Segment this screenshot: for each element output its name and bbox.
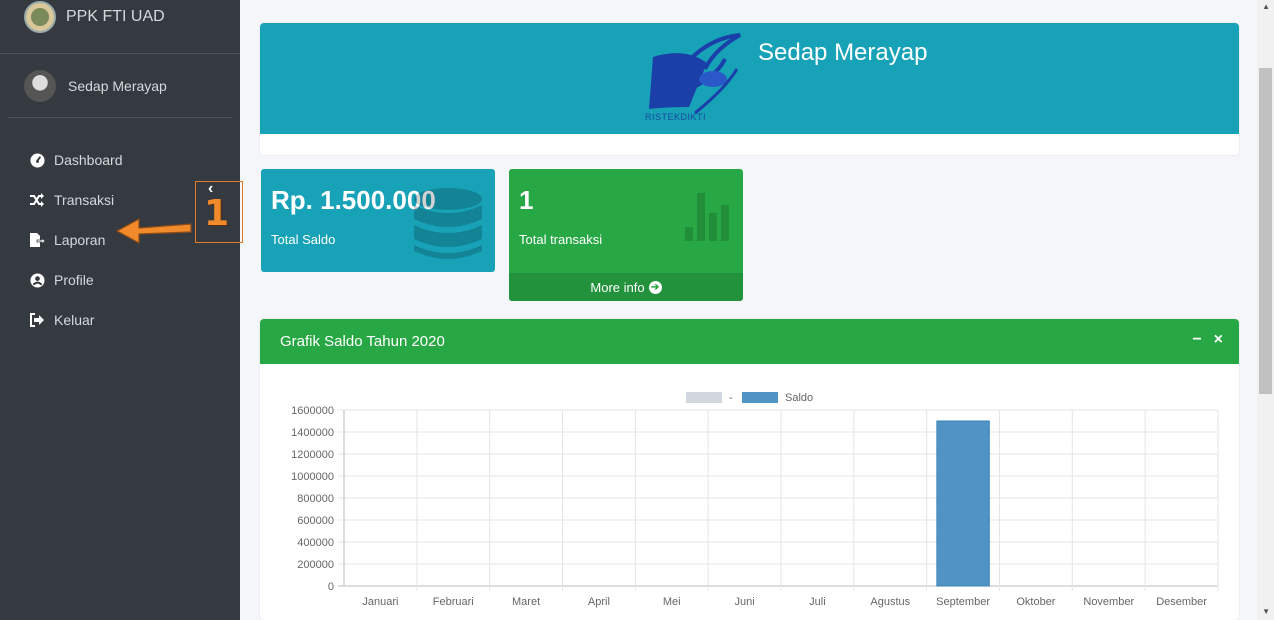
x-tick-label: Januari [362, 596, 398, 608]
dashboard-icon [28, 152, 46, 168]
legend-label: Saldo [785, 392, 813, 404]
database-icon [414, 188, 482, 259]
chart-card-title: Grafik Saldo Tahun 2020 [280, 333, 445, 350]
y-tick-label: 800000 [297, 493, 334, 505]
scroll-up-icon[interactable]: ▲ [1262, 2, 1270, 11]
y-tick-label: 1600000 [291, 405, 334, 417]
x-tick-label: Juni [734, 596, 754, 608]
brand-link[interactable]: PPK FTI UAD [0, 0, 240, 54]
x-tick-label: Desember [1156, 596, 1207, 608]
scroll-thumb[interactable] [1259, 68, 1272, 394]
sidebar: PPK FTI UAD Sedap Merayap Dashboard Tran… [0, 0, 240, 620]
x-tick-label: November [1083, 596, 1134, 608]
brand-logo-icon [24, 0, 56, 33]
sidebar-item-label: Keluar [54, 312, 95, 328]
file-export-icon [28, 232, 46, 248]
y-tick-label: 0 [328, 581, 334, 593]
sign-out-icon [28, 313, 46, 327]
page-title: Sedap Merayap [758, 39, 928, 66]
scroll-down-icon[interactable]: ▼ [1262, 607, 1270, 616]
chart-card-header: Grafik Saldo Tahun 2020 − × [260, 319, 1239, 364]
page-scrollbar[interactable]: ▲ ▼ [1257, 0, 1274, 620]
legend-swatch [686, 392, 722, 403]
total-saldo-label: Total Saldo [271, 232, 336, 247]
legend-label: - [729, 392, 733, 404]
x-tick-label: Februari [433, 596, 474, 608]
y-tick-label: 1200000 [291, 449, 334, 461]
x-tick-label: September [936, 596, 990, 608]
total-transaksi-value: 1 [519, 185, 534, 215]
avatar [24, 69, 56, 102]
user-circle-icon [28, 272, 46, 288]
minimize-button[interactable]: − [1192, 331, 1201, 349]
x-tick-label: Oktober [1016, 596, 1055, 608]
shuffle-icon [28, 193, 46, 207]
user-name: Sedap Merayap [68, 77, 167, 94]
annotation-number: 1 [204, 193, 230, 234]
user-panel[interactable]: Sedap Merayap [8, 54, 232, 118]
x-tick-label: Juli [809, 596, 826, 608]
annotation-arrow-icon [115, 217, 192, 245]
x-tick-label: Maret [512, 596, 540, 608]
total-saldo-box: Rp. 1.500.000 Total Saldo [261, 169, 495, 272]
y-tick-label: 1400000 [291, 427, 334, 439]
total-transaksi-box: 1 Total transaksi More info ➔ [509, 169, 743, 301]
sidebar-item-label: Transaksi [54, 192, 115, 208]
y-tick-label: 1000000 [291, 471, 334, 483]
x-tick-label: Mei [663, 596, 681, 608]
legend-swatch [742, 392, 778, 403]
bar-chart-icon [685, 193, 729, 241]
brand-name: PPK FTI UAD [66, 7, 165, 25]
bar-september [936, 420, 990, 587]
x-tick-label: Agustus [870, 596, 910, 608]
y-tick-label: 400000 [297, 537, 334, 549]
sidebar-item-profile[interactable]: Profile [0, 260, 240, 300]
card-tools: − × [1192, 331, 1223, 349]
x-tick-label: April [588, 596, 610, 608]
header-banner: RISTEKDIKTI Sedap Merayap [260, 23, 1239, 134]
more-info-label: More info [590, 279, 645, 295]
sidebar-item-dashboard[interactable]: Dashboard [0, 140, 240, 180]
close-button[interactable]: × [1214, 331, 1223, 349]
sidebar-item-label: Profile [54, 272, 94, 288]
sidebar-item-keluar[interactable]: Keluar [0, 300, 240, 340]
logo-caption: RISTEKDIKTI [645, 112, 707, 122]
sidebar-item-label: Laporan [54, 232, 106, 248]
ristekdikti-logo-icon [649, 33, 741, 115]
total-transaksi-label: Total transaksi [519, 232, 603, 247]
sidebar-item-label: Dashboard [54, 152, 123, 168]
more-info-link[interactable]: More info ➔ [509, 273, 743, 301]
chart-card: Grafik Saldo Tahun 2020 − × - Saldo 160000… [260, 319, 1239, 620]
arrow-circle-right-icon: ➔ [648, 280, 662, 294]
y-tick-label: 200000 [297, 559, 334, 571]
saldo-bar-chart: - Saldo 1600000 1400000 1200000 1000000 800000… [291, 392, 1219, 608]
y-tick-label: 600000 [297, 515, 334, 527]
header-card: RISTEKDIKTI Sedap Merayap [260, 23, 1239, 155]
